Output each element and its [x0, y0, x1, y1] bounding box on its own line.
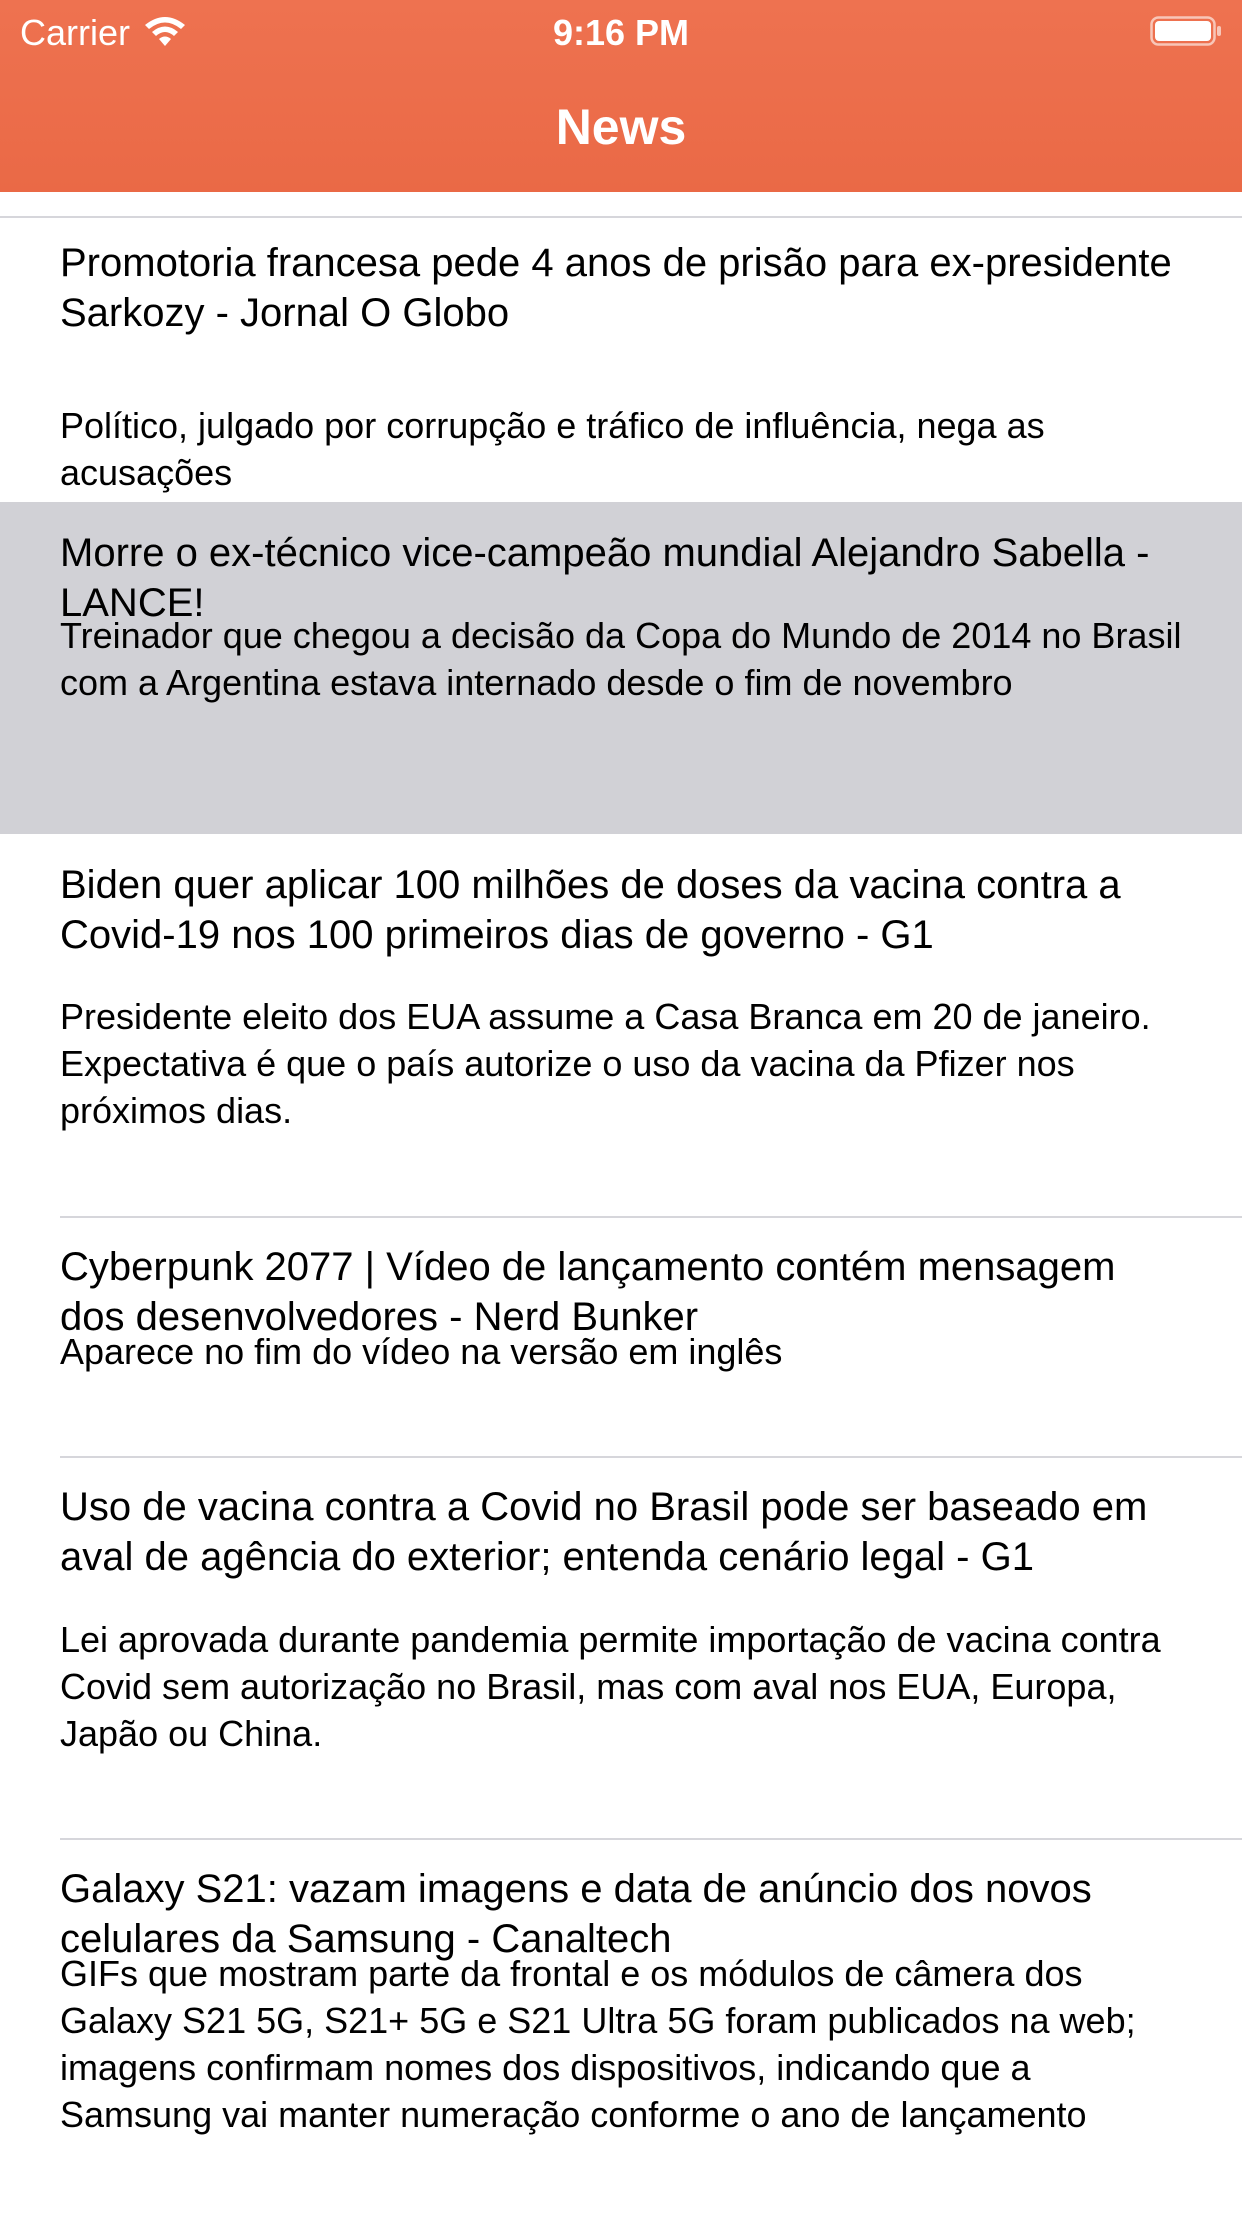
news-title: Cyberpunk 2077 | Vídeo de lançamento con… — [60, 1245, 1116, 1339]
news-title: Galaxy S21: vazam imagens e data de anún… — [60, 1867, 1092, 1961]
news-row-selected[interactable]: Morre o ex-técnico vice-campeão mundial … — [0, 502, 1242, 834]
battery-icon — [1150, 16, 1221, 46]
status-bar: Carrier 9:16 PM — [0, 0, 1242, 62]
news-description: Presidente eleito dos EUA assume a Casa … — [60, 996, 1151, 1131]
page-title: News — [555, 99, 687, 155]
news-description: Aparece no fim do vídeo na versão em ing… — [60, 1331, 783, 1372]
news-row[interactable]: Cyberpunk 2077 | Vídeo de lançamento con… — [0, 1218, 1242, 1458]
status-time: 9:16 PM — [552, 12, 690, 53]
news-description: GIFs que mostram parte da frontal e os m… — [60, 1953, 1136, 2135]
news-description: Lei aprovada durante pandemia permite im… — [60, 1619, 1161, 1754]
news-row[interactable]: Biden quer aplicar 100 milhões de doses … — [0, 834, 1242, 1218]
news-row[interactable]: Uso de vacina contra a Covid no Brasil p… — [0, 1458, 1242, 1840]
news-description: Treinador que chegou a decisão da Copa d… — [60, 615, 1182, 703]
news-row[interactable]: Galaxy S21: vazam imagens e data de anún… — [0, 1840, 1242, 2240]
news-description: Político, julgado por corrupção e tráfic… — [60, 405, 1045, 493]
news-row[interactable]: Promotoria francesa pede 4 anos de prisã… — [0, 218, 1242, 501]
navigation-header: Carrier 9:16 PM News — [0, 0, 1242, 192]
news-title: Biden quer aplicar 100 milhões de doses … — [60, 863, 1121, 957]
news-title: Uso de vacina contra a Covid no Brasil p… — [60, 1485, 1148, 1579]
news-title: Promotoria francesa pede 4 anos de prisã… — [60, 241, 1172, 335]
